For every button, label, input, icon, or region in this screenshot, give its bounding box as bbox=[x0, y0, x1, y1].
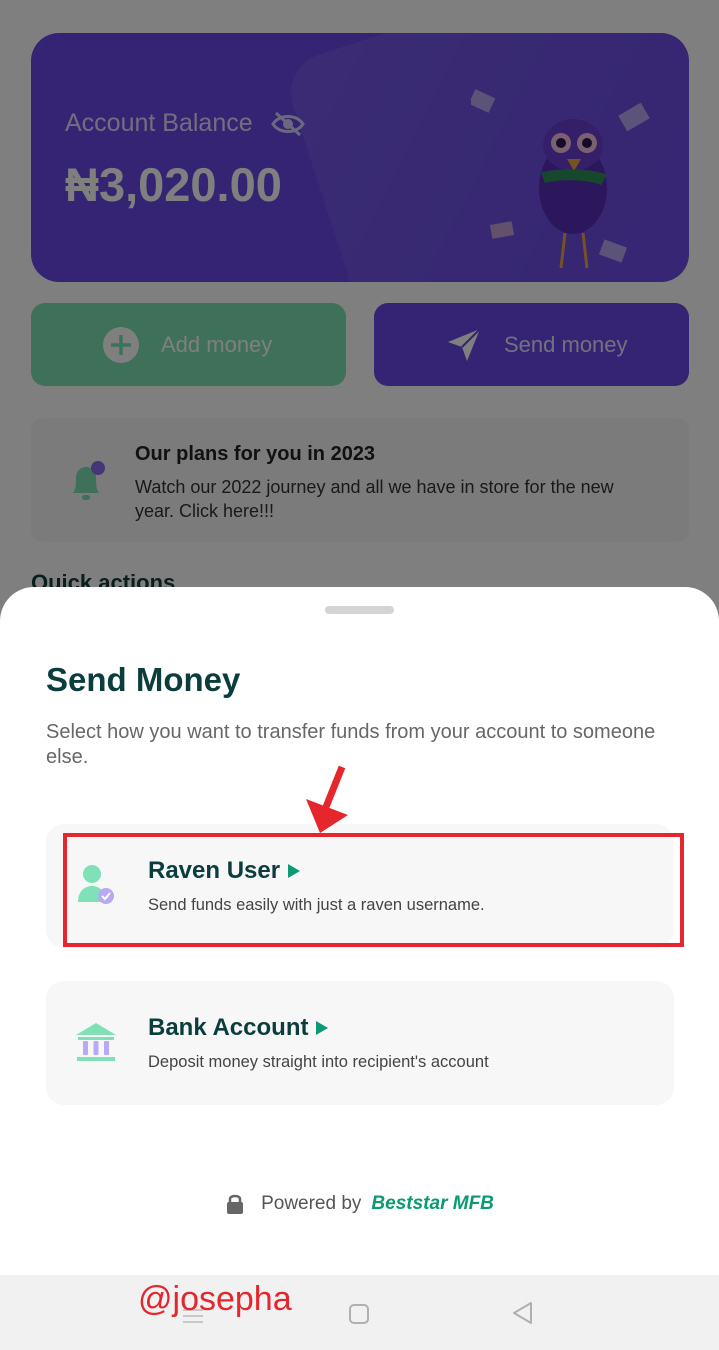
bank-account-title: Bank Account bbox=[148, 1014, 329, 1042]
play-arrow-icon bbox=[316, 1021, 329, 1035]
sheet-title: Send Money bbox=[46, 661, 241, 698]
back-triangle-icon[interactable] bbox=[510, 1300, 534, 1326]
system-nav-bar bbox=[0, 1275, 719, 1350]
annotation-arrow-icon bbox=[306, 765, 348, 833]
lock-icon bbox=[227, 1194, 244, 1214]
bank-account-label: Bank Account bbox=[148, 1014, 309, 1041]
powered-by-label: Powered by bbox=[261, 1193, 362, 1214]
sheet-drag-handle[interactable] bbox=[325, 606, 394, 614]
bank-account-description: Deposit money straight into recipient's … bbox=[148, 1053, 489, 1071]
watermark-text: @josepha bbox=[138, 1280, 292, 1318]
sheet-subtitle: Select how you want to transfer funds fr… bbox=[46, 721, 656, 768]
bank-account-option[interactable]: Bank Account Deposit money straight into… bbox=[46, 981, 674, 1105]
annotation-highlight-box bbox=[63, 833, 684, 947]
home-square-icon[interactable] bbox=[348, 1303, 370, 1325]
beststar-brand: Beststar MFB bbox=[371, 1193, 494, 1214]
powered-by-footer: Powered by Beststar MFB bbox=[0, 1193, 719, 1215]
bank-icon bbox=[76, 1023, 116, 1061]
